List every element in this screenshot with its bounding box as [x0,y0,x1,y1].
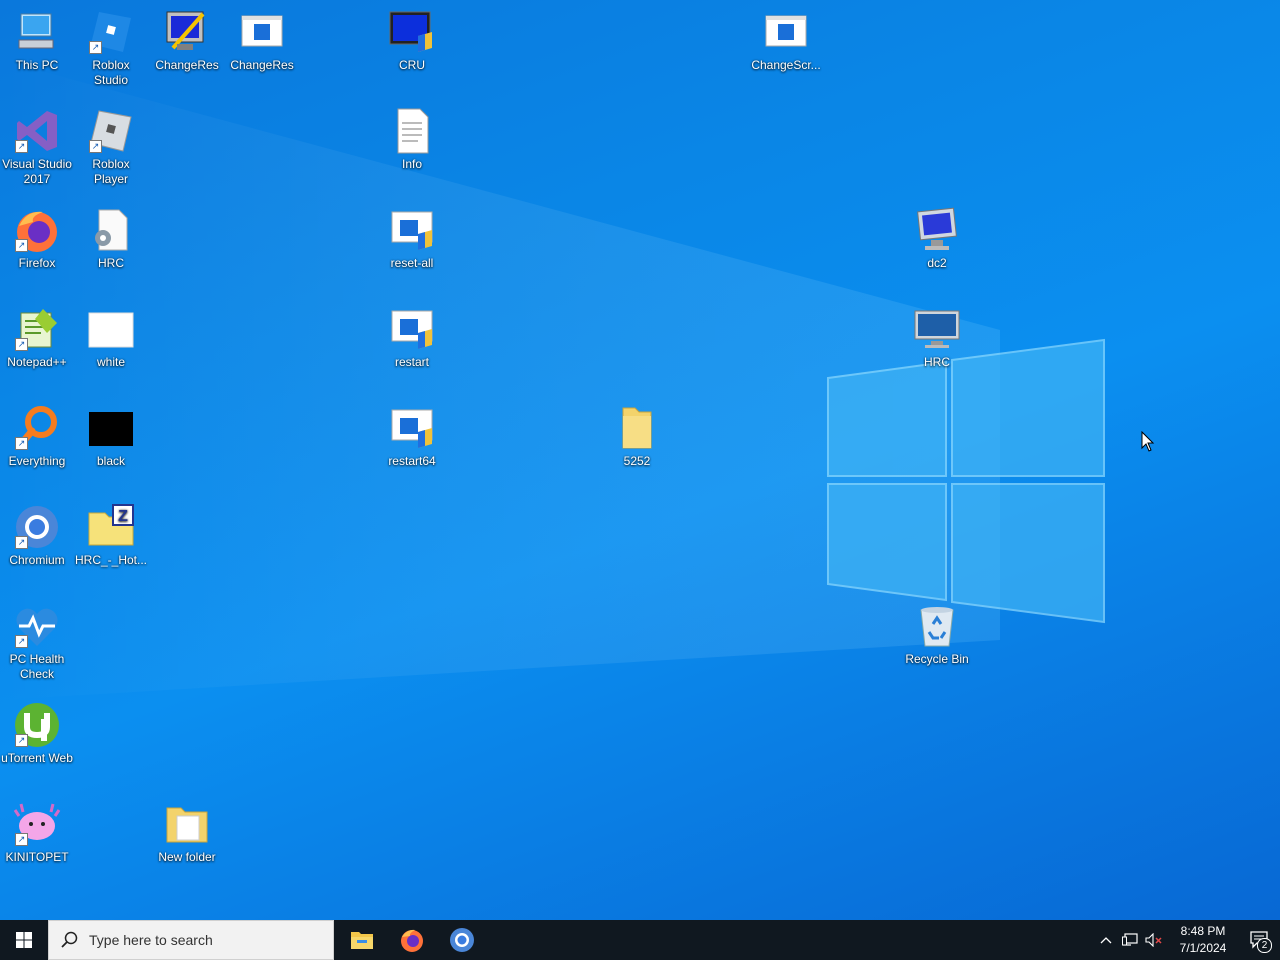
desktop-icon-5252[interactable]: 5252 [600,404,674,469]
reset-all-icon [388,206,436,254]
desktop-icon-restart[interactable]: restart [375,305,449,370]
cru-icon [388,8,436,56]
recycle-bin-icon [913,602,961,650]
chromium-icon: ↗ [13,503,61,551]
desktop-icon-pc-health-check[interactable]: ↗ PC Health Check [0,602,74,682]
taskbar-chromium[interactable] [438,920,486,960]
changescr-icon [762,8,810,56]
roblox-player-icon: ↗ [87,107,135,155]
desktop-icon-firefox[interactable]: ↗ Firefox [0,206,74,271]
restart64-icon [388,404,436,452]
black-image-icon [87,404,135,452]
hrc-settings-icon [87,206,135,254]
chromium-icon [450,928,474,952]
desktop-icon-info[interactable]: Info [375,107,449,172]
desktop-icon-visual-studio[interactable]: ↗ Visual Studio 2017 [0,107,74,187]
roblox-studio-icon: ↗ [87,8,135,56]
visual-studio-icon: ↗ [13,107,61,155]
desktop-icon-notepadpp[interactable]: ↗ Notepad++ [0,305,74,370]
utorrent-web-icon: ↗ [13,701,61,749]
system-tray: 8:48 PM 7/1/2024 2 [1094,920,1280,960]
notepadpp-icon: ↗ [13,305,61,353]
taskbar: Type here to search 8:48 PM 7/1/2024 2 [0,920,1280,960]
volume-tray-button[interactable] [1142,920,1166,960]
firefox-icon: ↗ [13,206,61,254]
folder-icon [613,404,661,452]
search-icon [61,931,78,948]
everything-icon: ↗ [13,404,61,452]
desktop-icon-hrc-hot[interactable]: Z HRC_-_Hot... [74,503,148,568]
desktop-icon-white[interactable]: white [74,305,148,370]
taskbar-clock[interactable]: 8:48 PM 7/1/2024 [1172,923,1234,957]
folder-icon [163,800,211,848]
network-icon [1122,933,1138,946]
taskbar-firefox[interactable] [388,920,436,960]
firefox-icon [401,929,423,952]
white-image-icon [87,305,135,353]
notification-count-badge: 2 [1257,938,1272,953]
clock-date: 7/1/2024 [1179,941,1227,955]
desktop-icon-changeres-exe[interactable]: ChangeRes [150,8,224,73]
hrc-hot-zip-icon: Z [87,503,135,551]
desktop-icon-everything[interactable]: ↗ Everything [0,404,74,469]
start-button[interactable] [0,920,48,960]
windows-logo-icon [16,932,32,948]
kinitopet-icon: ↗ [13,800,61,848]
desktop-icon-roblox-studio[interactable]: ↗ Roblox Studio [74,8,148,88]
desktop-icon-restart64[interactable]: restart64 [375,404,449,469]
desktop-icon-changescr[interactable]: ChangeScr... [749,8,823,73]
desktop-icon-roblox-player[interactable]: ↗ Roblox Player [74,107,148,187]
pc-health-check-icon: ↗ [13,602,61,650]
changeres-exe-icon [163,8,211,56]
mouse-cursor-icon [1141,431,1155,452]
desktop[interactable]: This PC ↗ Visual Studio 2017 ↗ Firefox ↗… [0,0,1280,920]
clock-time: 8:48 PM [1180,924,1226,938]
desktop-icon-reset-all[interactable]: reset-all [375,206,449,271]
svg-text:Z: Z [118,508,128,525]
text-file-icon [388,107,436,155]
chevron-up-icon [1100,937,1112,944]
changeres-window-icon [238,8,286,56]
desktop-icon-cru[interactable]: CRU [375,8,449,73]
network-tray-button[interactable] [1118,920,1142,960]
desktop-icon-chromium[interactable]: ↗ Chromium [0,503,74,568]
desktop-icon-kinitopet[interactable]: ↗ KINITOPET [0,800,74,865]
dc2-icon [913,206,961,254]
restart-icon [388,305,436,353]
desktop-icon-recycle-bin[interactable]: Recycle Bin [900,602,974,667]
hrc-monitor-icon [913,305,961,353]
action-center-button[interactable]: 2 [1240,920,1280,960]
desktop-icon-utorrent-web[interactable]: ↗ uTorrent Web [0,701,74,766]
desktop-icon-changeres-window[interactable]: ChangeRes [225,8,299,73]
desktop-icon-new-folder[interactable]: New folder [150,800,224,865]
taskbar-search-box[interactable]: Type here to search [48,920,334,960]
volume-muted-icon [1145,933,1162,947]
this-pc-icon [13,8,61,56]
desktop-icon-hrc-settings[interactable]: HRC [74,206,148,271]
search-placeholder: Type here to search [89,932,213,948]
file-explorer-icon [351,932,373,949]
desktop-icon-hrc-monitor[interactable]: HRC [900,305,974,370]
desktop-icon-this-pc[interactable]: This PC [0,8,74,73]
desktop-icon-black[interactable]: black [74,404,148,469]
taskbar-file-explorer[interactable] [338,920,386,960]
show-hidden-icons-button[interactable] [1094,920,1118,960]
desktop-icon-dc2[interactable]: dc2 [900,206,974,271]
